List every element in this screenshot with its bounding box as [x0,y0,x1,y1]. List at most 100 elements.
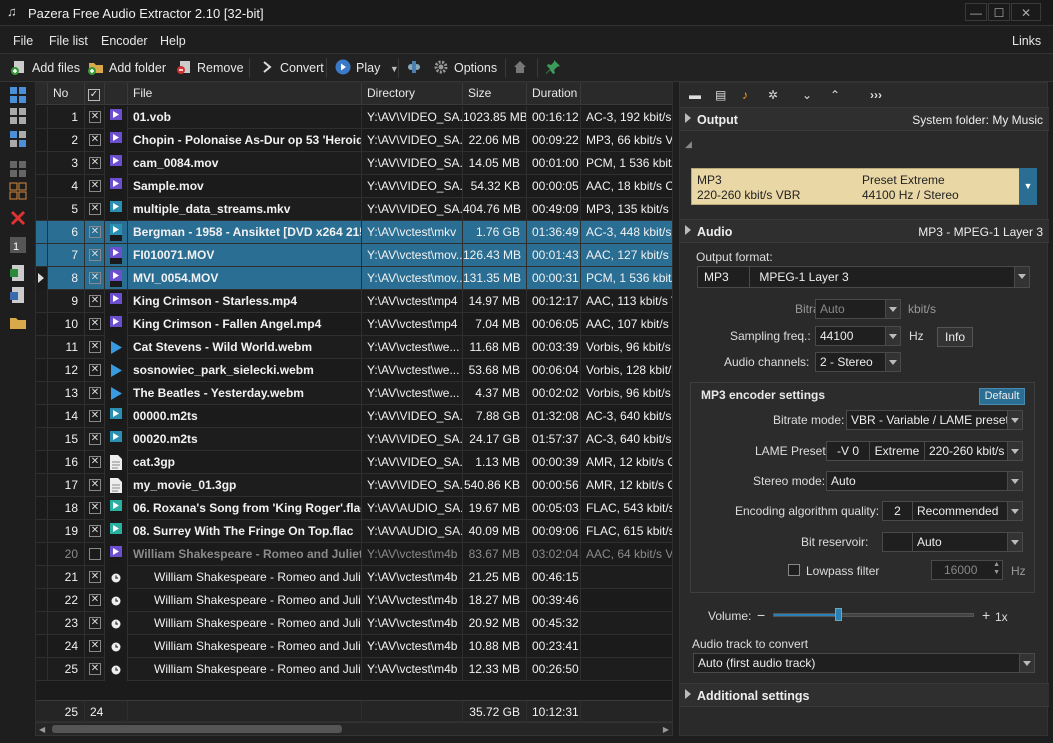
preset-dropdown-icon[interactable]: ▼ [1019,168,1037,205]
quality-select[interactable]: 2 Recommended [882,501,1023,521]
table-row[interactable]: 14 ✕ 00000.m2ts Y:\AV\VIDEO_SA... 7.88 GB 01:… [36,405,672,428]
row-checkbox-cell[interactable]: ✕ [85,382,105,405]
row-checkbox-cell[interactable]: ✕ [85,244,105,267]
quality-dropdown-icon[interactable] [1007,502,1022,520]
reservoir-dropdown-icon[interactable] [1007,533,1022,551]
table-row[interactable]: 12 ✕ sosnowiec_park_sielecki.webm Y:\AV\vct… [36,359,672,382]
play-button[interactable]: Play ▼ [335,59,399,77]
settings-gear-icon[interactable]: ✲ [768,88,782,102]
table-row[interactable]: 9 ✕ King Crimson - Starless.mp4 Y:\AV\vctes… [36,290,672,313]
table-row[interactable]: 2 ✕ Chopin - Polonaise As-Dur op 53 'Heroi… [36,129,672,152]
header-size[interactable]: Size [463,83,527,105]
collapse-icon[interactable]: ⌃ [830,88,844,102]
header-directory[interactable]: Directory [362,83,463,105]
table-row[interactable]: 13 ✕ The Beatles - Yesterday.webm Y:\AV\vct… [36,382,672,405]
lame-preset-select[interactable]: -V 0 Extreme 220-260 kbit/s [826,441,1023,461]
row-checkbox-cell[interactable]: ✕ [85,152,105,175]
row-checkbox-cell[interactable]: ✕ [85,198,105,221]
document-icon[interactable]: ▤ [715,88,729,102]
row-checkbox-cell[interactable]: ✕ [85,359,105,382]
row-checkbox[interactable]: ✕ [89,272,101,284]
sampling-select[interactable]: 44100 [815,326,901,346]
row-checkbox[interactable]: ✕ [89,341,101,353]
row-checkbox-cell[interactable]: ✕ [85,290,105,313]
pin-button[interactable] [545,59,566,77]
expand-icon[interactable]: ⌄ [802,88,816,102]
music-note-icon[interactable]: ♪ [742,88,756,102]
report-icon[interactable] [9,286,27,304]
row-checkbox-cell[interactable]: ✕ [85,658,105,681]
table-row[interactable]: 8 ✕ MVI_0054.MOV Y:\AV\vctest\mov... 131.35 … [36,267,672,290]
row-checkbox-cell[interactable]: ✕ [85,520,105,543]
table-row[interactable]: 25 ✕ William Shakespeare - Romeo and Juli.… [36,658,672,681]
channels-dropdown-icon[interactable] [885,353,900,371]
bitrate-mode-dropdown-icon[interactable] [1007,411,1022,429]
bitrate-select[interactable]: Auto [815,299,901,319]
row-checkbox[interactable]: ✕ [89,617,101,629]
header-file[interactable]: File [128,83,362,105]
output-format-select[interactable]: MP3 MPEG-1 Layer 3 [697,266,1030,288]
table-row[interactable]: 16 ✕ cat.3gp Y:\AV\VIDEO_SA... 1.13 MB 00:00:… [36,451,672,474]
table-row[interactable]: 24 ✕ William Shakespeare - Romeo and Juli.… [36,635,672,658]
file-list-grid[interactable]: No ✓ File Directory Size Duration 1 ✕ 01.v… [35,82,673,722]
close-button[interactable]: ✕ [1011,3,1041,21]
row-checkbox-cell[interactable]: ✕ [85,566,105,589]
row-checkbox-cell[interactable]: ✕ [85,405,105,428]
uncheck-all-icon[interactable] [9,182,27,200]
header-checkbox[interactable]: ✓ [88,89,100,101]
table-row[interactable]: 7 ✕ FI010071.MOV Y:\AV\vctest\mov... 126.43 … [36,244,672,267]
header-duration[interactable]: Duration [527,83,581,105]
horizontal-scrollbar[interactable]: ◀ ▶ [35,722,673,736]
scroll-right-icon[interactable]: ▶ [663,725,669,734]
table-row[interactable]: 20 William Shakespeare - Romeo and Juliet… [36,543,672,566]
row-checkbox-cell[interactable]: ✕ [85,175,105,198]
add-files-button[interactable]: Add files [11,59,80,77]
table-row[interactable]: 17 ✕ my_movie_01.3gp Y:\AV\VIDEO_SA... 540.8… [36,474,672,497]
preset-box[interactable]: MP3 220-260 kbit/s VBR Preset Extreme 44… [691,168,1027,205]
table-row[interactable]: 4 ✕ Sample.mov Y:\AV\VIDEO_SA... 54.32 KB 00:… [36,175,672,198]
volume-thumb[interactable] [835,608,842,621]
output-section-header[interactable]: Output System folder: My Music [680,107,1049,131]
row-checkbox[interactable]: ✕ [89,525,101,537]
row-checkbox-cell[interactable]: ✕ [85,451,105,474]
lowpass-spinner[interactable]: 16000 ▲ ▼ [931,560,1003,580]
numbering-icon[interactable]: 1 [9,236,27,254]
table-row[interactable]: 15 ✕ 00020.m2ts Y:\AV\VIDEO_SA... 24.17 GB 01… [36,428,672,451]
volume-slider[interactable] [773,608,974,621]
row-checkbox[interactable]: ✕ [89,157,101,169]
header-no[interactable]: No [48,83,85,105]
select-all-icon[interactable] [9,86,27,104]
invert-selection-icon[interactable] [9,130,27,148]
default-button[interactable]: Default [979,388,1025,405]
reservoir-select[interactable]: Auto [882,532,1023,552]
scroll-left-icon[interactable]: ◀ [39,725,45,734]
spinner-arrows-icon[interactable]: ▲ ▼ [993,561,1000,577]
row-checkbox[interactable]: ✕ [89,318,101,330]
row-checkbox[interactable]: ✕ [89,111,101,123]
open-folder-icon[interactable] [9,314,27,332]
stereo-mode-select[interactable]: Auto [826,471,1023,491]
row-checkbox-cell[interactable]: ✕ [85,313,105,336]
table-row[interactable]: 3 ✕ cam_0084.mov Y:\AV\VIDEO_SA... 14.05 MB 0… [36,152,672,175]
header-info[interactable] [581,83,672,105]
channels-select[interactable]: 2 - Stereo [815,352,901,372]
row-checkbox[interactable]: ✕ [89,479,101,491]
remove-button[interactable]: Remove [176,59,244,77]
lame-dropdown-icon[interactable] [1007,442,1022,460]
table-row[interactable]: 23 ✕ William Shakespeare - Romeo and Juli.… [36,612,672,635]
remove-all-icon[interactable] [9,209,27,227]
stereo-dropdown-icon[interactable] [1007,472,1022,490]
row-checkbox[interactable]: ✕ [89,433,101,445]
row-checkbox-cell[interactable]: ✕ [85,635,105,658]
volume-plus-icon[interactable]: + [982,607,990,623]
table-row[interactable]: 6 ✕ Bergman - 1958 - Ansiktet [DVD x264 21… [36,221,672,244]
media-info-button[interactable] [406,59,427,77]
row-checkbox[interactable]: ✕ [89,364,101,376]
row-checkbox[interactable]: ✕ [89,640,101,652]
menu-file-list[interactable]: File list [49,34,88,48]
table-row[interactable]: 11 ✕ Cat Stevens - Wild World.webm Y:\AV\vc… [36,336,672,359]
folder-icon[interactable]: ▬ [689,88,703,102]
row-checkbox-cell[interactable]: ✕ [85,106,105,129]
row-checkbox-cell[interactable]: ✕ [85,428,105,451]
row-checkbox[interactable]: ✕ [89,134,101,146]
